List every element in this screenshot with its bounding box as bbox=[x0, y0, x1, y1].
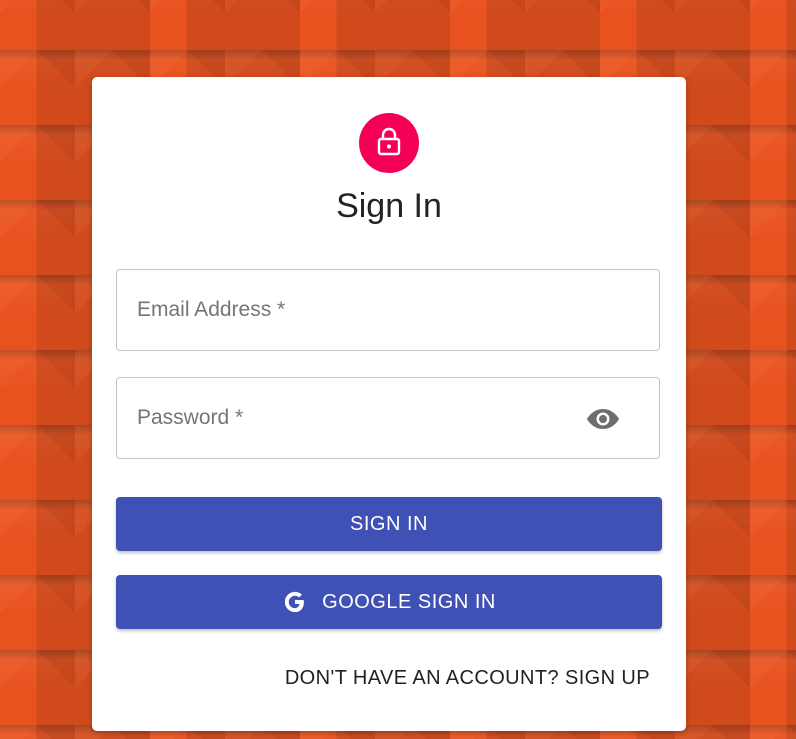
lock-icon bbox=[375, 126, 403, 161]
sign-in-card: Sign In Email Address * Password * SIGN … bbox=[92, 77, 686, 731]
google-icon bbox=[282, 589, 308, 615]
sign-in-button[interactable]: SIGN IN bbox=[116, 497, 662, 551]
email-input[interactable] bbox=[117, 270, 659, 350]
password-field[interactable]: Password * bbox=[116, 377, 660, 459]
email-field[interactable]: Email Address * bbox=[116, 269, 660, 351]
sign-up-link[interactable]: DON'T HAVE AN ACCOUNT? SIGN UP bbox=[285, 667, 650, 690]
avatar bbox=[359, 113, 419, 173]
page-title: Sign In bbox=[336, 187, 442, 225]
google-sign-in-button[interactable]: GOOGLE SIGN IN bbox=[116, 575, 662, 629]
google-sign-in-label: GOOGLE SIGN IN bbox=[322, 590, 496, 613]
sign-in-button-label: SIGN IN bbox=[350, 512, 428, 535]
eye-icon[interactable] bbox=[585, 405, 621, 433]
password-input[interactable] bbox=[117, 378, 659, 458]
